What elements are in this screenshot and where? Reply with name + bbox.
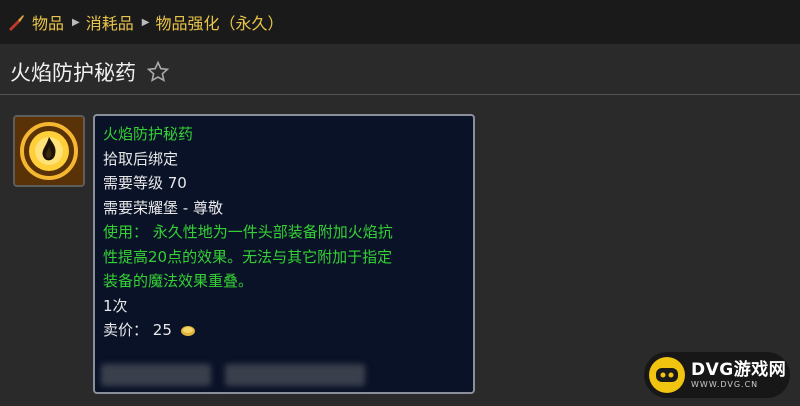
item-name: 火焰防护秘药 [103, 125, 194, 143]
breadcrumb-separator-icon: ▶ [141, 16, 150, 28]
title-row: 火焰防护秘药 [0, 50, 800, 94]
watermark-url: WWW.DVG.CN [691, 380, 759, 389]
sell-label: 卖价： [103, 321, 149, 339]
breadcrumb-item-items[interactable]: 物品 [32, 10, 64, 34]
bind-text: 拾取后绑定 [103, 149, 179, 168]
use-line: 使用： 永久性地为一件头部装备附加火焰抗 [103, 223, 393, 241]
reputation-requirement: 需要荣耀堡 - 尊敬 [103, 198, 223, 217]
watermark-text: DVG游戏网 WWW.DVG.CN [691, 360, 786, 390]
gamepad-logo-icon [649, 357, 685, 393]
charges: 1次 [103, 296, 128, 315]
divider [0, 94, 800, 95]
copper-coin-icon [180, 325, 195, 336]
breadcrumb-item-enhancements[interactable]: 物品强化（永久） [155, 10, 283, 34]
watermark-title: DVG游戏网 [691, 360, 787, 380]
page-title: 火焰防护秘药 [10, 61, 136, 85]
sword-icon [9, 15, 24, 31]
flame-potion-icon[interactable] [13, 115, 85, 187]
use-line: 性提高20点的效果。无法与其它附加于指定 [103, 247, 393, 266]
breadcrumb-item-consumables[interactable]: 消耗品 [86, 10, 134, 34]
sell-value: 25 [152, 321, 172, 339]
watermark: DVG游戏网 WWW.DVG.CN [644, 352, 790, 398]
breadcrumb: 物品 ▶ 消耗品 ▶ 物品强化（永久） [0, 0, 800, 44]
flame-icon [15, 117, 83, 185]
blurred-block [101, 364, 211, 386]
item-tooltip: 火焰防护秘药 拾取后绑定 需要等级 70 需要荣耀堡 - 尊敬 使用： 永久性地… [93, 114, 475, 394]
blurred-block [225, 364, 365, 386]
level-requirement: 需要等级 70 [103, 174, 187, 192]
sell-price: 卖价： 25 [103, 318, 465, 343]
breadcrumb-separator-icon: ▶ [72, 16, 80, 28]
blurred-content [101, 364, 365, 386]
star-icon[interactable] [146, 60, 170, 84]
use-line: 装备的魔法效果重叠。 [103, 272, 254, 290]
